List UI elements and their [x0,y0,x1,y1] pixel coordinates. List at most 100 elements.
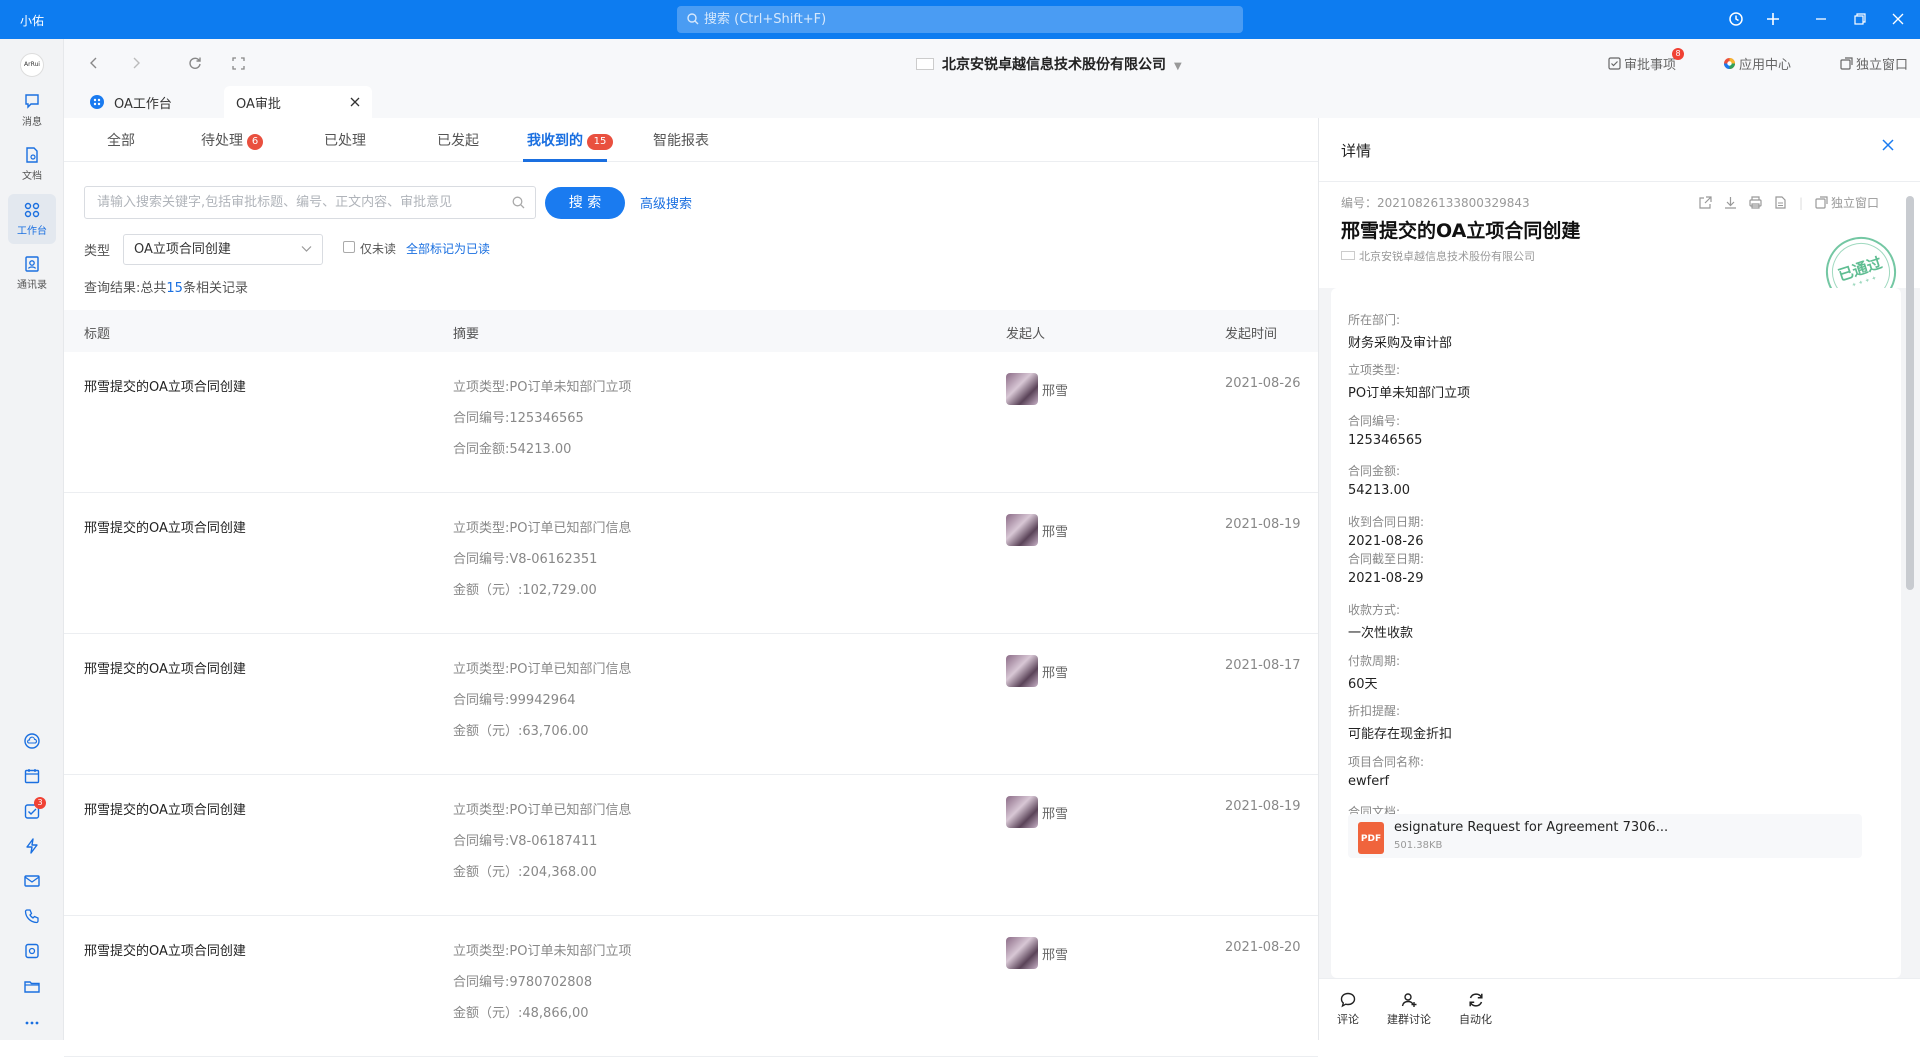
automation-button[interactable]: 自动化 [1459,991,1492,1027]
tab-oa-approval[interactable]: OA审批 [224,86,372,118]
result-summary: 查询结果:总共15条相关记录 [84,281,248,296]
field-contract-amount: 合同金额: 54213.00 [1348,464,1411,498]
tab-oa-workbench[interactable]: OA工作台 [78,86,184,118]
advanced-search-link[interactable]: 高级搜索 [640,193,692,212]
approval-search-input[interactable]: 请输入搜索关键字,包括审批标题、编号、正文内容、审批意见 [84,186,536,219]
back-icon[interactable] [84,53,104,73]
nav-label: 工作台 [17,226,47,237]
avatar [1006,937,1038,969]
detail-toolbar: | 独立窗口 [1699,194,1879,211]
company-logo-text: ArRui [24,61,40,68]
cloud-icon[interactable] [22,731,42,751]
attachment-file[interactable]: PDF esignature Request for Agreement 730… [1348,814,1862,858]
row-summary-line: 金额（元）:204,368.00 [453,865,597,880]
download-icon[interactable] [1724,196,1737,209]
row-summary-line: 金额（元）:102,729.00 [453,583,597,598]
group-discussion-button[interactable]: 建群讨论 [1387,991,1431,1027]
restore-icon[interactable] [1849,8,1871,30]
scrollbar-thumb[interactable] [1906,196,1914,590]
column-header-initiator: 发起人 [1006,327,1046,342]
fullscreen-icon[interactable] [228,53,248,73]
field-project-contract-name: 项目合同名称: ewferf [1348,755,1425,789]
print-icon[interactable] [1749,196,1762,209]
table-row[interactable]: 邢雪提交的OA立项合同创建 立项类型:PO订单已知部门信息 合同编号:V8-06… [64,775,1318,916]
external-window-icon [1840,57,1853,70]
avatar [1006,655,1038,687]
table-row[interactable]: 邢雪提交的OA立项合同创建 立项类型:PO订单已知部门信息 合同编号:99942… [64,634,1318,775]
comment-button[interactable]: 评论 [1337,991,1359,1027]
standalone-window-link[interactable]: 独立窗口 [1840,54,1908,73]
unread-only-checkbox[interactable] [343,241,355,253]
company-logo[interactable]: ArRui [20,53,44,77]
nav-item-docs[interactable]: 文档 [8,139,56,189]
nav-item-workbench[interactable]: 工作台 [8,194,56,244]
table-row[interactable]: 邢雪提交的OA立项合同创建 立项类型:PO订单未知部门立项 合同编号:12534… [64,352,1318,493]
app-center-link[interactable]: 应用中心 [1723,54,1791,73]
folder-icon[interactable] [22,976,42,996]
table-row[interactable]: 邢雪提交的OA立项合同创建 立项类型:PO订单已知部门信息 合同编号:V8-06… [64,493,1318,634]
nav-item-contacts[interactable]: 通讯录 [8,248,56,298]
pdf-icon: PDF [1358,822,1384,854]
approvals-link[interactable]: 审批事项 8 [1608,48,1684,73]
phone-icon[interactable] [22,906,42,926]
forward-icon[interactable] [126,53,146,73]
mail-icon[interactable] [22,871,42,891]
calendar-icon[interactable] [22,766,42,786]
todo-icon[interactable]: 3 [22,797,46,821]
avatar [1006,514,1038,546]
row-initiator: 邢雪 [1042,384,1069,399]
detail-panel: 详情 编号：20210826133800329843 | 独立窗口 邢雪提交的O… [1318,118,1920,1040]
minimize-icon[interactable] [1810,8,1832,30]
row-date: 2021-08-19 [1225,799,1301,814]
row-summary-line: 立项类型:PO订单已知部门信息 [453,662,632,677]
column-header-time: 发起时间 [1225,327,1278,342]
row-summary-line: 金额（元）:63,706.00 [453,724,589,739]
file-name: esignature Request for Agreement 7306... [1394,820,1669,835]
lightning-icon[interactable] [22,836,42,856]
more-icon[interactable] [22,1013,42,1033]
subtab-processed[interactable]: 已处理 [324,130,366,150]
sub-tabs: 全部 待处理 6 已处理 已发起 我收到的 15 智能报表 [64,118,1318,162]
row-initiator: 邢雪 [1042,666,1069,681]
subtab-pending[interactable]: 待处理 6 [201,130,263,150]
type-select[interactable]: OA立项合同创建 [123,234,323,265]
close-window-icon[interactable] [1887,8,1909,30]
field-department: 所在部门: 财务采购及审计部 [1348,313,1453,351]
company-switcher[interactable]: 北京安锐卓越信息技术股份有限公司 ▼ [916,54,1182,74]
history-icon[interactable] [1725,8,1747,30]
notes-icon[interactable] [22,941,42,961]
mark-all-read-link[interactable]: 全部标记为已读 [406,240,490,257]
add-icon[interactable] [1762,8,1784,30]
row-date: 2021-08-20 [1225,940,1301,955]
close-tab-icon[interactable] [350,97,360,107]
search-button[interactable]: 搜 索 [545,187,625,219]
subtab-all[interactable]: 全部 [107,130,135,150]
approvals-badge: 8 [1672,48,1684,60]
chevron-down-icon: ▼ [1174,61,1182,72]
nav-label: 文档 [22,171,42,182]
company-logo-small [916,58,934,70]
detail-standalone-button[interactable]: 独立窗口 [1815,194,1879,211]
workbench-icon [24,202,40,218]
file-icon[interactable] [1774,196,1787,209]
row-initiator: 邢雪 [1042,948,1069,963]
table-row[interactable]: 邢雪提交的OA立项合同创建 立项类型:PO订单未知部门立项 合同编号:97807… [64,916,1318,1057]
nav-item-messages[interactable]: 消息 [8,85,56,135]
subtab-received[interactable]: 我收到的 15 [527,130,613,150]
subtab-smart-reports[interactable]: 智能报表 [653,130,709,150]
detail-title: 邢雪提交的OA立项合同创建 [1341,220,1581,242]
comment-icon [1340,992,1356,1008]
share-icon[interactable] [1699,196,1712,209]
row-title: 邢雪提交的OA立项合同创建 [84,803,246,818]
contacts-icon [25,256,39,272]
company-name: 北京安锐卓越信息技术股份有限公司 [942,57,1166,73]
global-search-input[interactable]: 搜索 (Ctrl+Shift+F) [677,6,1243,33]
subtab-initiated[interactable]: 已发起 [437,130,479,150]
field-discount-reminder: 折扣提醒: 可能存在现金折扣 [1348,704,1453,742]
detail-scrollbar[interactable] [1905,196,1915,966]
app-center-label: 应用中心 [1739,58,1792,73]
document-icon [26,147,38,163]
approval-list-panel: 全部 待处理 6 已处理 已发起 我收到的 15 智能报表 请输入搜索关键字,包括审… [64,118,1318,1057]
refresh-icon[interactable] [185,53,205,73]
close-detail-icon[interactable] [1881,138,1895,152]
